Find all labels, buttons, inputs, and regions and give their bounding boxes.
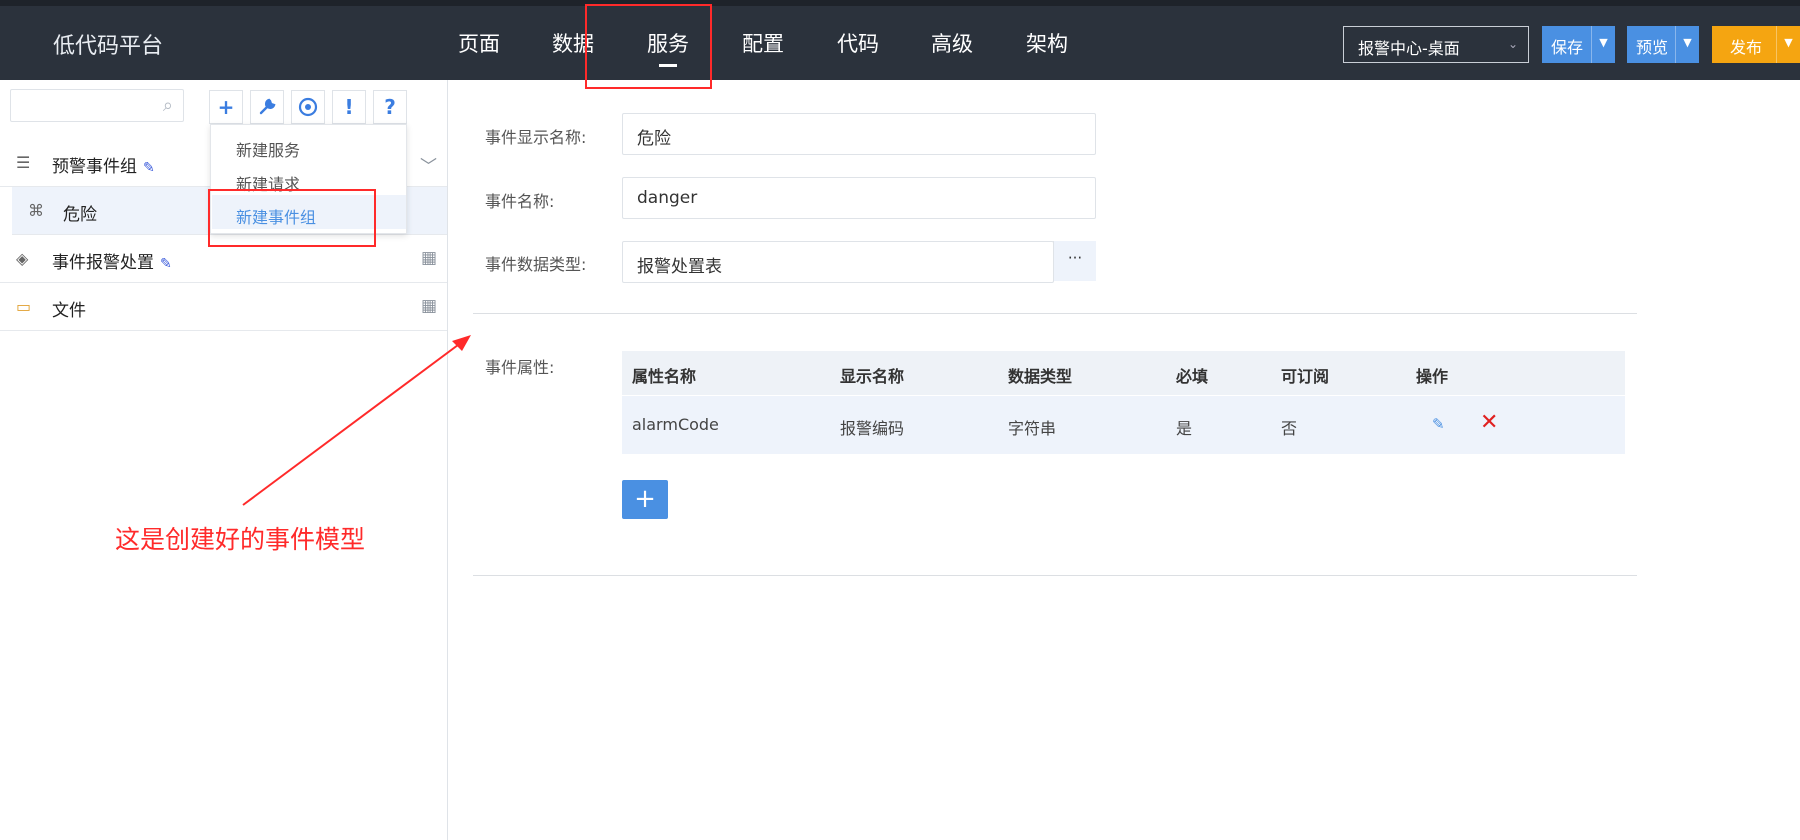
target-icon[interactable] xyxy=(291,90,325,124)
list-icon: ☰ xyxy=(16,153,31,172)
workspace-value: 报警中心-桌面 xyxy=(1358,39,1460,58)
tree-group-label: 预警事件组 ✎ xyxy=(52,157,155,177)
folder-icon: ▭ xyxy=(16,297,32,316)
top-bar: 低代码平台 页面 数据 服务 配置 代码 高级 架构 报警中心-桌面 ⌄ 保存 … xyxy=(0,0,1800,80)
topbar-edge xyxy=(0,0,1800,6)
nav-code[interactable]: 代码 xyxy=(837,28,879,58)
nav-advanced[interactable]: 高级 xyxy=(931,28,973,58)
data-type-field[interactable]: 报警处置表 xyxy=(622,241,1054,283)
col-display-name: 显示名称 xyxy=(840,367,905,386)
layers-icon: ◈ xyxy=(16,249,29,268)
pencil-icon[interactable]: ✎ xyxy=(143,160,155,176)
annotation-text: 这是创建好的事件模型 xyxy=(115,525,366,554)
cell-subscribable: 否 xyxy=(1281,419,1298,438)
data-type-label: 事件数据类型: xyxy=(485,255,587,274)
col-required: 必填 xyxy=(1176,367,1209,386)
close-icon[interactable]: ✕ xyxy=(1480,410,1498,435)
cell-data-type: 字符串 xyxy=(1008,419,1057,438)
publish-label: 发布 xyxy=(1730,38,1763,57)
data-type-picker-button[interactable]: ··· xyxy=(1053,241,1096,281)
grid-icon[interactable]: ▦ xyxy=(421,296,437,316)
cell-attr-name: alarmCode xyxy=(632,415,719,434)
add-attribute-button[interactable]: + xyxy=(622,480,668,519)
alert-icon[interactable]: ! xyxy=(332,90,366,124)
search-input[interactable]: ⌕ xyxy=(10,89,184,122)
preview-label: 预览 xyxy=(1636,38,1669,57)
attributes-label: 事件属性: xyxy=(485,358,555,377)
help-icon[interactable]: ? xyxy=(373,90,407,124)
nav-config[interactable]: 配置 xyxy=(742,28,784,58)
cell-display-name: 报警编码 xyxy=(840,419,905,438)
chevron-down-icon[interactable]: ﹀ xyxy=(420,152,437,177)
attributes-table-header: 属性名称 显示名称 数据类型 必填 可订阅 操作 xyxy=(622,351,1625,395)
wrench-icon[interactable] xyxy=(250,90,284,124)
nav-pages[interactable]: 页面 xyxy=(458,28,500,58)
menu-item-new-service[interactable]: 新建服务 xyxy=(236,137,300,161)
search-icon: ⌕ xyxy=(162,95,173,116)
save-button[interactable]: 保存 ▼ xyxy=(1542,26,1615,63)
pencil-icon[interactable]: ✎ xyxy=(160,256,172,272)
col-data-type: 数据类型 xyxy=(1008,367,1073,386)
chevron-down-icon: ⌄ xyxy=(1507,37,1518,51)
command-icon: ⌘ xyxy=(28,201,44,220)
tree-child-label: 危险 xyxy=(63,205,97,225)
event-name-field[interactable]: danger xyxy=(622,177,1096,219)
display-name-label: 事件显示名称: xyxy=(485,128,587,147)
col-actions: 操作 xyxy=(1416,367,1449,386)
publish-button[interactable]: 发布 ▼ xyxy=(1712,26,1800,63)
workspace-select[interactable]: 报警中心-桌面 ⌄ xyxy=(1343,26,1529,63)
save-label: 保存 xyxy=(1551,38,1584,57)
app-logo: 低代码平台 xyxy=(53,34,164,59)
highlight-box-nav xyxy=(585,4,712,89)
caret-down-icon[interactable]: ▼ xyxy=(1591,26,1615,63)
divider xyxy=(473,313,1637,314)
caret-down-icon[interactable]: ▼ xyxy=(1776,26,1800,63)
caret-down-icon[interactable]: ▼ xyxy=(1675,26,1699,63)
display-name-field[interactable]: 危险 xyxy=(622,113,1096,155)
tree-item-label: 文件 xyxy=(52,301,86,321)
nav-architecture[interactable]: 架构 xyxy=(1026,28,1068,58)
highlight-box-menu xyxy=(208,189,376,247)
tree-item-label: 事件报警处置 ✎ xyxy=(52,253,172,273)
tree-item-row[interactable]: ▭ 文件 ▦ xyxy=(0,283,447,331)
preview-button[interactable]: 预览 ▼ xyxy=(1627,26,1699,63)
col-attr-name: 属性名称 xyxy=(632,367,697,386)
cell-required: 是 xyxy=(1176,419,1193,438)
event-name-label: 事件名称: xyxy=(485,192,555,211)
divider xyxy=(473,575,1637,576)
table-row: alarmCode 报警编码 字符串 是 否 ✎ ✕ xyxy=(622,396,1625,454)
grid-icon[interactable]: ▦ xyxy=(421,248,437,268)
edit-icon[interactable]: ✎ xyxy=(1432,415,1445,433)
add-icon[interactable]: + xyxy=(209,90,243,124)
col-subscribable: 可订阅 xyxy=(1281,367,1330,386)
